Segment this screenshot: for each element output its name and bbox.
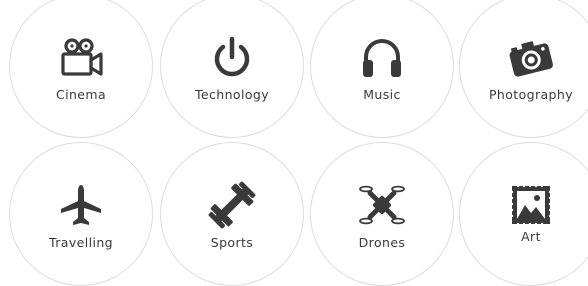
category-label: Photography (488, 87, 574, 102)
power-icon (208, 33, 256, 81)
category-label: Travelling (49, 235, 113, 250)
framed-picture-icon (507, 181, 555, 229)
category-label: Cinema (55, 87, 107, 102)
category-label: Sports (210, 235, 254, 250)
drone-icon (358, 181, 406, 229)
category-drones[interactable]: Drones (310, 142, 454, 286)
category-art[interactable]: Art (459, 142, 588, 286)
film-camera-icon (57, 33, 105, 81)
dumbbell-icon (208, 181, 256, 229)
category-photography[interactable]: Photography (459, 0, 588, 138)
photo-camera-icon (507, 33, 555, 81)
category-cinema[interactable]: Cinema (9, 0, 153, 138)
category-sports[interactable]: Sports (160, 142, 304, 286)
airplane-icon (57, 181, 105, 229)
category-label: Technology (194, 87, 270, 102)
category-music[interactable]: Music (310, 0, 454, 138)
category-label: Art (521, 229, 541, 244)
category-label: Music (363, 87, 401, 102)
category-technology[interactable]: Technology (160, 0, 304, 138)
category-travelling[interactable]: Travelling (9, 142, 153, 286)
headphones-icon (358, 33, 406, 81)
category-label: Drones (358, 235, 406, 250)
